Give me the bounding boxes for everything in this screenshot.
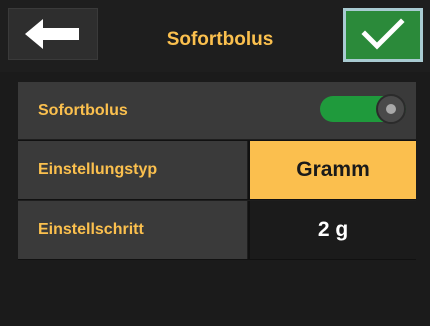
sofortbolus-toggle[interactable] [320,94,406,124]
row-einstellschritt[interactable]: Einstellschritt 2 g [18,200,416,259]
einstellschritt-value[interactable]: 2 g [250,201,416,259]
row-label: Einstellungstyp [18,141,248,199]
row-label: Sofortbolus [38,102,128,119]
toggle-knob [376,94,406,124]
page-title: Sofortbolus [166,29,274,50]
header-bar: Sofortbolus [0,0,430,72]
row-sofortbolus[interactable]: Sofortbolus [18,82,416,140]
einstellungstyp-value[interactable]: Gramm [250,141,416,199]
checkmark-icon [361,18,405,50]
arrow-left-icon [25,19,79,49]
back-button[interactable] [8,8,98,60]
row-label: Einstellschritt [18,201,248,259]
settings-panel: Sofortbolus Einstellungstyp Gramm Einste… [18,82,416,260]
row-einstellungstyp[interactable]: Einstellungstyp Gramm [18,141,416,199]
confirm-button[interactable] [343,8,423,62]
